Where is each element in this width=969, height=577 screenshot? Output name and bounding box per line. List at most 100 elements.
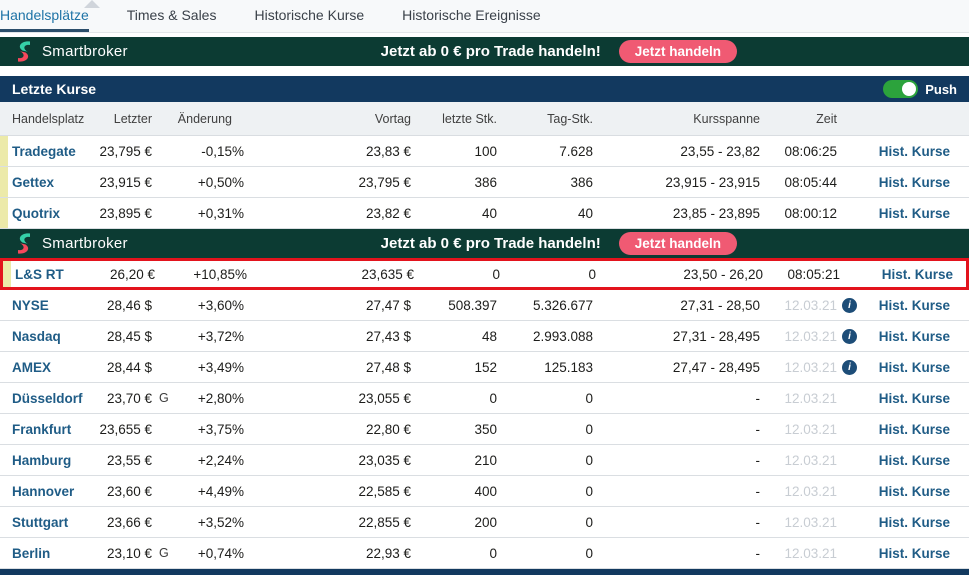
toggle-track[interactable]	[883, 80, 918, 98]
exchange-link[interactable]: Tradegate	[0, 144, 90, 159]
promo-brand-label: Smartbroker	[42, 43, 128, 60]
change-percent: +2,80%	[174, 391, 244, 406]
exchange-link[interactable]: AMEX	[0, 360, 90, 375]
hist-kurse-link[interactable]: Hist. Kurse	[862, 206, 950, 221]
quote-time: 12.03.21	[760, 298, 837, 313]
info-icon[interactable]: i	[842, 298, 857, 313]
hist-kurse-link[interactable]: Hist. Kurse	[862, 484, 950, 499]
price-range: -	[593, 391, 760, 406]
change-percent: +0,31%	[174, 206, 244, 221]
last-price: 23,915 €	[90, 175, 152, 190]
exchange-link[interactable]: Nasdaq	[0, 329, 90, 344]
table-row: Hamburg 23,55 € +2,24% 23,035 € 210 0 - …	[0, 445, 969, 476]
hist-kurse-link[interactable]: Hist. Kurse	[862, 546, 950, 561]
exchange-link[interactable]: Hannover	[0, 484, 90, 499]
table-row: Hannover 23,60 € +4,49% 22,585 € 400 0 -…	[0, 476, 969, 507]
table-row: Quotrix 23,895 € +0,31% 23,82 € 40 40 23…	[0, 198, 969, 229]
last-price: 23,60 €	[90, 484, 152, 499]
hist-kurse-link[interactable]: Hist. Kurse	[862, 329, 950, 344]
exchange-link[interactable]: NYSE	[0, 298, 90, 313]
quote-time: 08:05:21	[763, 267, 840, 282]
hist-kurse-link[interactable]: Hist. Kurse	[862, 360, 950, 375]
price-range: 27,31 - 28,495	[593, 329, 760, 344]
prev-close: 22,80 €	[325, 422, 411, 437]
last-volume: 400	[411, 484, 497, 499]
prev-close: 27,43 $	[325, 329, 411, 344]
hist-kurse-link[interactable]: Hist. Kurse	[862, 453, 950, 468]
last-price: 28,45 $	[90, 329, 152, 344]
last-volume: 0	[414, 267, 500, 282]
day-volume: 0	[497, 453, 593, 468]
price-range: -	[593, 484, 760, 499]
exchange-link[interactable]: Berlin	[0, 546, 90, 561]
price-range: 27,31 - 28,50	[593, 298, 760, 313]
push-label: Push	[925, 82, 957, 97]
day-volume: 125.183	[497, 360, 593, 375]
exchange-link[interactable]: Frankfurt	[0, 422, 90, 437]
day-volume: 0	[497, 391, 593, 406]
price-range: -	[593, 546, 760, 561]
tab-bar: Handelsplätze Times & Sales Historische …	[0, 0, 969, 33]
hist-kurse-link[interactable]: Hist. Kurse	[862, 515, 950, 530]
tab-times-sales[interactable]: Times & Sales	[127, 0, 217, 32]
tab-historische-ereignisse[interactable]: Historische Ereignisse	[402, 0, 541, 32]
price-range: -	[593, 515, 760, 530]
change-percent: +0,74%	[174, 546, 244, 561]
toggle-knob[interactable]	[902, 82, 916, 96]
col-letzter: Letzter	[90, 112, 152, 126]
hist-kurse-link[interactable]: Hist. Kurse	[862, 144, 950, 159]
last-price: 23,55 €	[90, 453, 152, 468]
prev-close: 22,855 €	[325, 515, 411, 530]
day-volume: 0	[500, 267, 596, 282]
price-range: -	[593, 422, 760, 437]
day-volume: 0	[497, 422, 593, 437]
prev-close: 23,035 €	[325, 453, 411, 468]
exchange-link[interactable]: Stuttgart	[0, 515, 90, 530]
hist-kurse-link[interactable]: Hist. Kurse	[862, 298, 950, 313]
last-volume: 0	[411, 546, 497, 561]
col-tag-stk: Tag-Stk.	[497, 112, 593, 126]
change-percent: +10,85%	[177, 267, 247, 282]
hist-kurse-link[interactable]: Hist. Kurse	[862, 175, 950, 190]
hist-kurse-link[interactable]: Hist. Kurse	[862, 391, 950, 406]
table-header: Handelsplatz Letzter Änderung Vortag let…	[0, 102, 969, 136]
exchange-link[interactable]: Hamburg	[0, 453, 90, 468]
exchange-link[interactable]: Quotrix	[0, 206, 90, 221]
exchange-link[interactable]: Gettex	[0, 175, 90, 190]
jetzt-handeln-button[interactable]: Jetzt handeln	[619, 232, 737, 255]
hist-kurse-link[interactable]: Hist. Kurse	[865, 267, 953, 282]
next-section-bar	[0, 569, 969, 575]
prev-close: 23,82 €	[325, 206, 411, 221]
tab-handelsplaetze[interactable]: Handelsplätze	[0, 0, 89, 32]
last-volume: 350	[411, 422, 497, 437]
last-volume: 386	[411, 175, 497, 190]
info-icon[interactable]: i	[842, 329, 857, 344]
table-row: L&S RT 26,20 € +10,85% 23,635 € 0 0 23,5…	[0, 258, 969, 290]
col-vortag: Vortag	[325, 112, 411, 126]
push-toggle[interactable]: Push	[883, 80, 957, 98]
prev-close: 27,48 $	[325, 360, 411, 375]
exchange-link[interactable]: Düsseldorf	[0, 391, 90, 406]
quote-rows: Tradegate 23,795 € -0,15% 23,83 € 100 7.…	[0, 136, 969, 569]
panel-title: Letzte Kurse	[12, 81, 96, 97]
quote-time: 08:06:25	[760, 144, 837, 159]
promo-message: Jetzt ab 0 € pro Trade handeln!	[381, 43, 601, 60]
tab-historische-kurse[interactable]: Historische Kurse	[254, 0, 364, 32]
exchange-link[interactable]: L&S RT	[3, 267, 93, 282]
price-range: 23,915 - 23,915	[593, 175, 760, 190]
prev-close: 23,635 €	[328, 267, 414, 282]
quote-time: 12.03.21	[760, 391, 837, 406]
change-percent: -0,15%	[174, 144, 244, 159]
quote-time: 12.03.21	[760, 515, 837, 530]
prev-close: 23,795 €	[325, 175, 411, 190]
change-percent: +0,50%	[174, 175, 244, 190]
quote-time: 12.03.21	[760, 546, 837, 561]
info-icon[interactable]: i	[842, 360, 857, 375]
prev-close: 27,47 $	[325, 298, 411, 313]
hist-kurse-link[interactable]: Hist. Kurse	[862, 422, 950, 437]
jetzt-handeln-button[interactable]: Jetzt handeln	[619, 40, 737, 63]
table-row: Berlin 23,10 € G +0,74% 22,93 € 0 0 - 12…	[0, 538, 969, 569]
quote-time: 08:05:44	[760, 175, 837, 190]
row-marker	[0, 198, 8, 228]
last-price: 23,66 €	[90, 515, 152, 530]
